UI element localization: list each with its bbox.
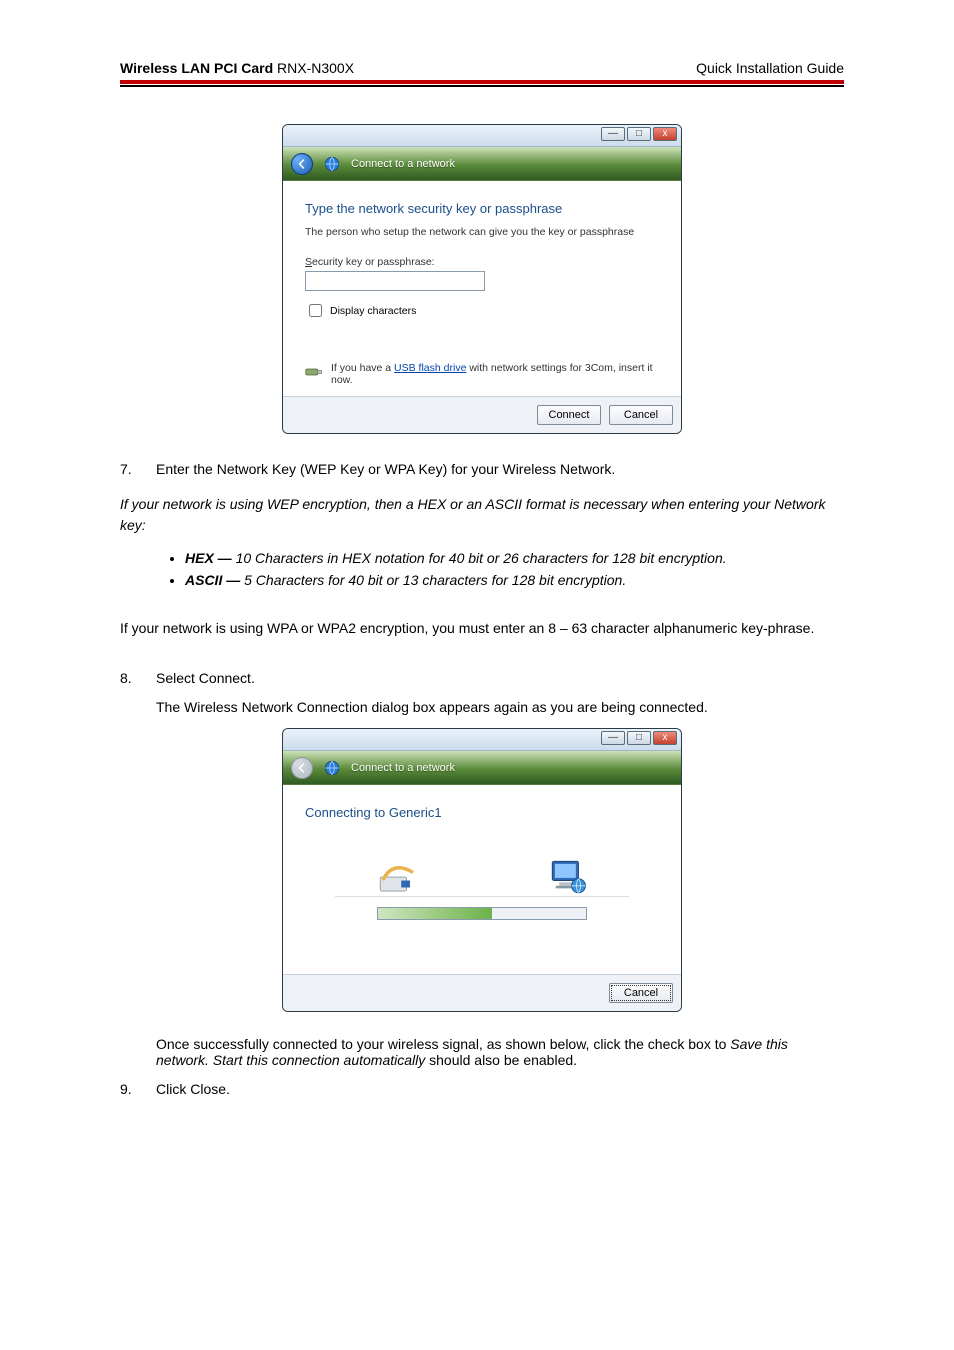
step-8-text: Select Connect.	[156, 670, 255, 686]
progress-fill	[378, 908, 492, 919]
connect-button[interactable]: Connect	[537, 405, 601, 425]
computer-network-icon	[547, 856, 589, 898]
maximize-button[interactable]: □	[627, 127, 651, 141]
usb-flash-drive-link[interactable]: USB flash drive	[394, 362, 466, 374]
close-button[interactable]: x	[653, 731, 677, 745]
minimize-button[interactable]: —	[601, 731, 625, 745]
back-arrow-icon	[296, 762, 308, 774]
security-key-label: Security key or passphrase:	[305, 256, 659, 268]
save-network-note: Once successfully connected to your wire…	[120, 1036, 844, 1068]
step-9: 9. Click Close.	[120, 1078, 844, 1100]
step-9-number: 9.	[120, 1078, 148, 1100]
save-network-pre: Once successfully connected to your wire…	[156, 1036, 730, 1052]
dialog-security-key: — □ x Connect to a network Type the netw…	[282, 124, 682, 434]
display-characters-checkbox[interactable]: Display characters	[305, 301, 659, 320]
window-buttons: — □ x	[601, 127, 677, 141]
security-key-input[interactable]	[305, 271, 485, 291]
breadcrumb-text[interactable]: Connect to a network	[351, 762, 455, 774]
bullet-hex-lead: HEX —	[185, 550, 232, 566]
bullet-ascii-rest: 5 Characters for 40 bit or 13 characters…	[240, 572, 626, 588]
usb-note-text: If you have a USB flash drive with netwo…	[331, 362, 659, 386]
step-8: 8. Select Connect. The Wireless Network …	[120, 667, 844, 718]
bullet-ascii: ASCII — 5 Characters for 40 bit or 13 ch…	[185, 572, 844, 588]
window-buttons: — □ x	[601, 731, 677, 745]
display-characters-accel: D	[330, 305, 338, 317]
dialog-caption: Type the network security key or passphr…	[305, 201, 659, 216]
dialog-footer: Cancel	[283, 974, 681, 1011]
breadcrumb-bar: Connect to a network	[283, 147, 681, 181]
step-7-number: 7.	[120, 458, 148, 480]
wireless-card-icon	[375, 856, 417, 898]
dialog-client-area: Type the network security key or passphr…	[283, 181, 681, 396]
dialog-subtext: The person who setup the network can giv…	[305, 226, 659, 238]
network-globe-icon	[321, 757, 343, 779]
maximize-button[interactable]: □	[627, 731, 651, 745]
step-8-number: 8.	[120, 667, 148, 718]
breadcrumb-text[interactable]: Connect to a network	[351, 158, 455, 170]
display-characters-label-rest: isplay characters	[338, 305, 417, 317]
doc-header: Wireless LAN PCI Card RNX-N300X Quick In…	[120, 60, 844, 84]
breadcrumb-bar: Connect to a network	[283, 751, 681, 785]
back-button[interactable]	[291, 153, 313, 175]
window-titlebar: — □ x	[283, 729, 681, 751]
connecting-box	[305, 830, 659, 916]
step-7-text: Enter the Network Key (WEP Key or WPA Ke…	[156, 458, 844, 480]
usb-note: If you have a USB flash drive with netwo…	[305, 362, 659, 386]
usb-note-pre: If you have a	[331, 362, 394, 374]
dialog-client-area: Connecting to Generic1	[283, 785, 681, 974]
wep-note: If your network is using WEP encryption,…	[120, 494, 844, 536]
step-8-follow: The Wireless Network Connection dialog b…	[156, 696, 844, 718]
back-button-disabled	[291, 757, 313, 779]
doc-header-left: Wireless LAN PCI Card RNX-N300X	[120, 60, 354, 76]
dialog-caption: Connecting to Generic1	[305, 805, 659, 820]
usb-drive-icon	[305, 365, 323, 384]
close-button[interactable]: x	[653, 127, 677, 141]
bullet-hex-rest: 10 Characters in HEX notation for 40 bit…	[232, 550, 727, 566]
bullet-hex: HEX — 10 Characters in HEX notation for …	[185, 550, 844, 566]
progress-bar	[377, 907, 587, 920]
step-7: 7. Enter the Network Key (WEP Key or WPA…	[120, 458, 844, 480]
wpa-note: If your network is using WPA or WPA2 enc…	[120, 618, 844, 639]
dialog-connecting: — □ x Connect to a network Connecting to…	[282, 728, 682, 1012]
display-characters-input[interactable]	[309, 304, 322, 317]
step-9-text: Click Close.	[156, 1078, 844, 1100]
security-key-label-rest: ecurity key or passphrase:	[312, 256, 435, 268]
save-network-post: should also be enabled.	[425, 1052, 577, 1068]
cancel-button[interactable]: Cancel	[609, 983, 673, 1003]
product-model: RNX-N300X	[273, 60, 354, 76]
encoding-bullets: HEX — 10 Characters in HEX notation for …	[120, 550, 844, 588]
bullet-ascii-lead: ASCII —	[185, 572, 240, 588]
cancel-button[interactable]: Cancel	[609, 405, 673, 425]
product-name-bold: Wireless LAN PCI Card	[120, 60, 273, 76]
dialog-footer: Connect Cancel	[283, 396, 681, 433]
network-globe-icon	[321, 153, 343, 175]
minimize-button[interactable]: —	[601, 127, 625, 141]
doc-header-right: Quick Installation Guide	[696, 60, 844, 76]
window-titlebar: — □ x	[283, 125, 681, 147]
security-key-label-accel: S	[305, 256, 312, 268]
back-arrow-icon	[296, 158, 308, 170]
